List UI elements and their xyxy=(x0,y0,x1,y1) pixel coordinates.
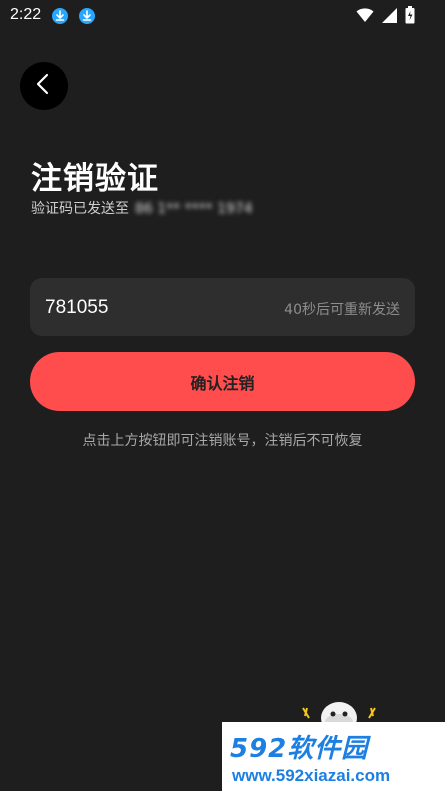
resend-countdown: 40秒后可重新发送 xyxy=(284,302,400,318)
page-title: 注销验证 xyxy=(31,161,159,197)
download-icon xyxy=(52,8,68,24)
page-subtitle: 验证码已发送至 86 1** **** 1974 xyxy=(31,198,253,218)
confirm-cancel-account-button[interactable]: 确认注销 xyxy=(30,352,415,411)
subtitle-text: 验证码已发送至 xyxy=(31,201,129,217)
hint-text: 点击上方按钮即可注销账号，注销后不可恢复 xyxy=(82,433,363,449)
wifi-icon xyxy=(356,7,374,27)
chevron-left-icon xyxy=(34,73,54,99)
status-bar: 2:22 xyxy=(0,0,445,30)
verification-code-field[interactable]: 781055 40秒后可重新发送 xyxy=(30,278,415,336)
status-time: 2:22 xyxy=(10,6,42,23)
masked-phone-number: 86 1** **** 1974 xyxy=(135,201,253,217)
signal-icon xyxy=(382,7,397,27)
verification-code-input[interactable]: 781055 xyxy=(45,297,108,319)
watermark-brand: 592软件园 xyxy=(230,734,369,764)
watermark-url: www.592xiazai.com xyxy=(232,766,391,785)
battery-icon xyxy=(405,6,415,28)
download-icon xyxy=(79,8,95,24)
watermark: 592软件园 www.592xiazai.com xyxy=(222,722,445,791)
back-button[interactable] xyxy=(20,62,68,110)
system-icons xyxy=(356,6,415,28)
